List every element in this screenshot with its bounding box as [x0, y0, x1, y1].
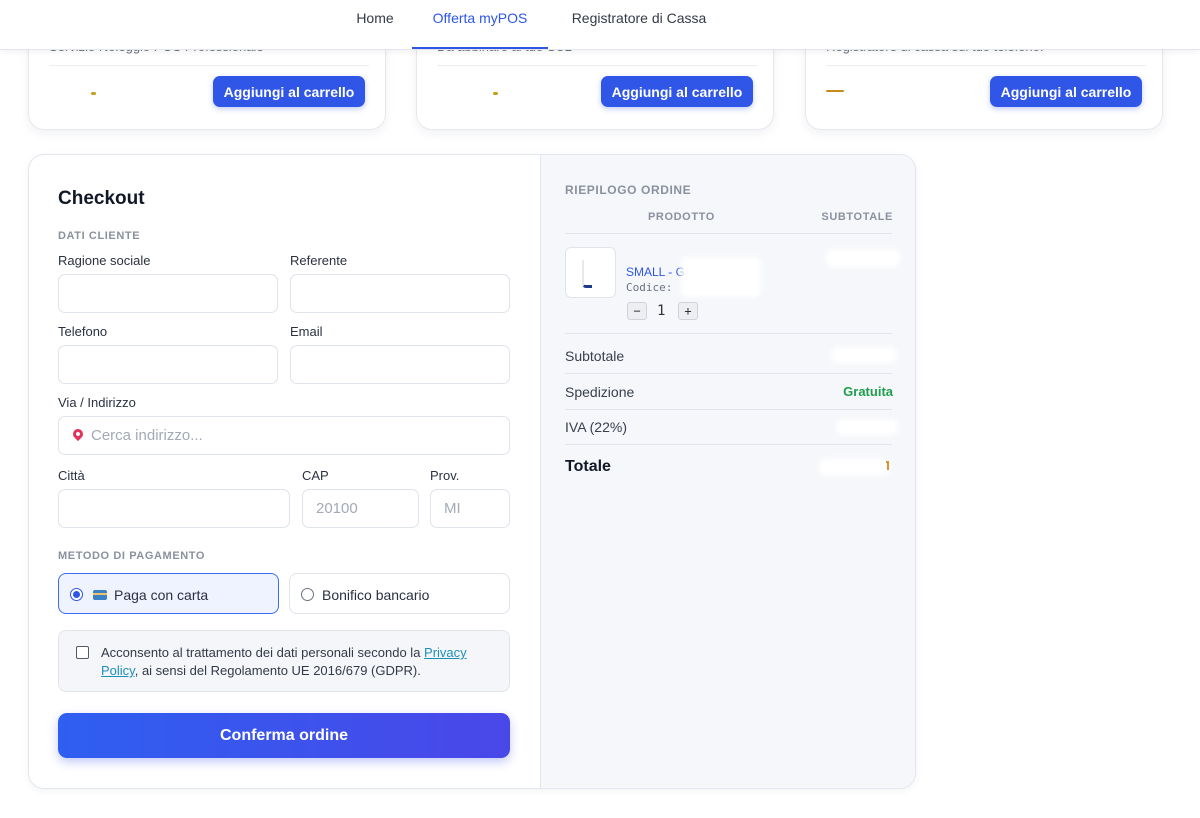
- prov-label: Prov.: [430, 468, 460, 483]
- add-to-cart-button[interactable]: Aggiungi al carrello: [213, 76, 365, 107]
- payment-option-card[interactable]: Paga con carta: [58, 573, 279, 614]
- privacy-consent: Acconsento al trattamento dei dati perso…: [58, 630, 510, 692]
- shipping-label: Spedizione: [565, 384, 635, 400]
- address-search-input[interactable]: [58, 416, 510, 455]
- email-input[interactable]: [290, 345, 510, 384]
- payment-option-bank-transfer[interactable]: Bonifico bancario: [289, 573, 510, 614]
- add-to-cart-button[interactable]: Aggiungi al carrello: [990, 76, 1142, 107]
- confirm-order-button[interactable]: Conferma ordine: [58, 713, 510, 758]
- referente-input[interactable]: [290, 274, 510, 313]
- quantity-increase-button[interactable]: +: [678, 302, 698, 320]
- total-fragment: [886, 461, 889, 470]
- consent-text-end: , ai sensi del Regolamento UE 2016/679 (…: [134, 663, 421, 678]
- email-label: Email: [290, 324, 323, 339]
- nav-home[interactable]: Home: [348, 0, 402, 49]
- product-thumbnail: [565, 247, 616, 298]
- citta-label: Città: [58, 468, 85, 483]
- customer-section-label: DATI CLIENTE: [58, 230, 141, 242]
- nav-offerta-mypos[interactable]: Offerta myPOS: [412, 0, 548, 49]
- redacted-subtotal: [831, 347, 897, 363]
- divider: [565, 444, 892, 445]
- citta-input[interactable]: [58, 489, 290, 528]
- payment-option-label: Bonifico bancario: [322, 587, 430, 603]
- radio-unselected[interactable]: [301, 588, 314, 601]
- telefono-label: Telefono: [58, 324, 108, 339]
- cap-input[interactable]: [302, 489, 419, 528]
- summary-title: RIEPILOGO ORDINE: [565, 183, 692, 197]
- payment-option-label: Paga con carta: [114, 587, 209, 603]
- divider: [565, 233, 892, 234]
- product-code: Codice:: [626, 281, 673, 294]
- divider: [565, 333, 892, 334]
- nav-registratore-di-cassa[interactable]: Registratore di Cassa: [558, 0, 720, 49]
- prov-input[interactable]: [430, 489, 510, 528]
- referente-label: Referente: [290, 253, 348, 268]
- column-product: PRODOTTO: [648, 211, 715, 223]
- redacted-price: [826, 249, 900, 267]
- radio-selected[interactable]: [70, 588, 83, 601]
- redacted-area: [681, 257, 761, 297]
- consent-checkbox[interactable]: [76, 646, 89, 659]
- divider: [565, 373, 892, 374]
- shipping-value: Gratuita: [843, 384, 893, 399]
- address-search: [58, 416, 510, 455]
- quantity-value: 1: [657, 303, 666, 319]
- add-to-cart-button[interactable]: Aggiungi al carrello: [601, 76, 753, 107]
- column-subtotal: SUBTOTALE: [821, 211, 893, 223]
- quantity-decrease-button[interactable]: −: [627, 302, 647, 320]
- total-label: Totale: [565, 458, 611, 475]
- top-nav: Home Offerta myPOS Registratore di Cassa: [0, 0, 1200, 50]
- price-fragment: [826, 90, 844, 92]
- price-fragment: [91, 92, 96, 95]
- checkout-panel: Checkout DATI CLIENTE Ragione sociale Re…: [28, 154, 916, 789]
- divider: [565, 409, 892, 410]
- order-summary: RIEPILOGO ORDINE PRODOTTO SUBTOTALE SMAL…: [540, 155, 915, 788]
- redacted-total: [819, 458, 889, 476]
- cap-label: CAP: [302, 468, 329, 483]
- consent-text: Acconsento al trattamento dei dati perso…: [101, 644, 501, 680]
- telefono-input[interactable]: [58, 345, 278, 384]
- payment-section-label: METODO DI PAGAMENTO: [58, 550, 206, 562]
- consent-text-start: Acconsento al trattamento dei dati perso…: [101, 645, 425, 660]
- price-fragment: [493, 92, 498, 95]
- indirizzo-label: Via / Indirizzo: [58, 395, 136, 410]
- ragione-sociale-label: Ragione sociale: [58, 253, 151, 268]
- ragione-sociale-input[interactable]: [58, 274, 278, 313]
- redacted-vat: [836, 419, 898, 435]
- credit-card-icon: [93, 590, 107, 600]
- vat-label: IVA (22%): [565, 419, 627, 435]
- subtotal-label: Subtotale: [565, 348, 625, 364]
- checkout-title: Checkout: [58, 188, 145, 209]
- checkout-form: Checkout DATI CLIENTE Ragione sociale Re…: [29, 155, 540, 788]
- product-image: [582, 260, 592, 288]
